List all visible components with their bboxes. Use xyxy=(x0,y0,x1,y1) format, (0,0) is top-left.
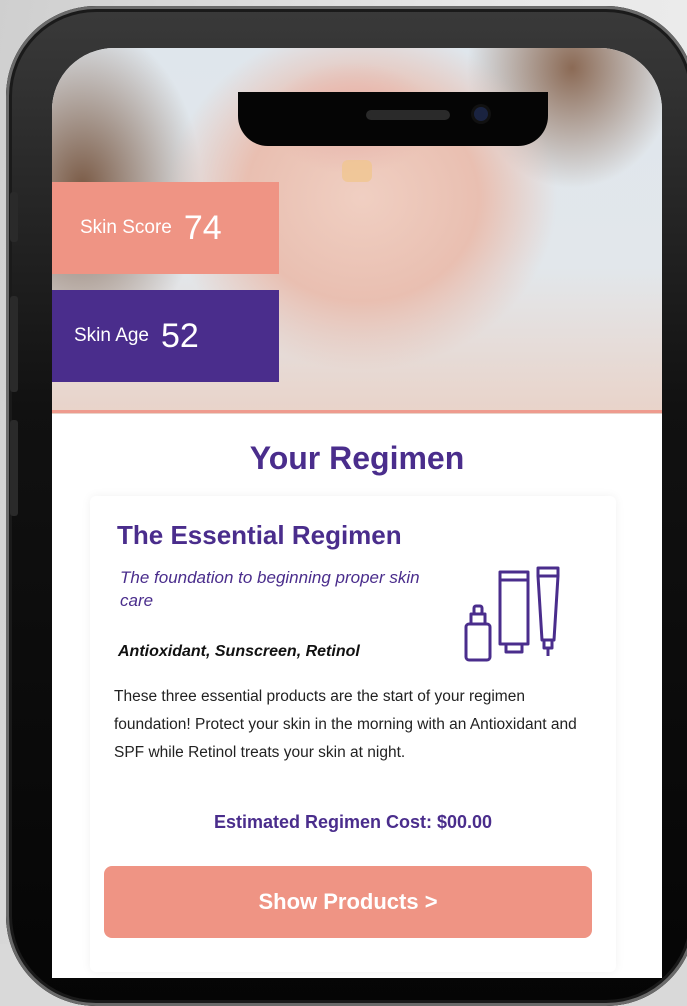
front-camera xyxy=(474,107,488,121)
skin-age-value: 52 xyxy=(161,316,199,355)
regimen-name: The Essential Regimen xyxy=(117,520,402,550)
skin-score-card: Skin Score 74 xyxy=(52,182,279,274)
mute-switch xyxy=(10,192,18,242)
regimen-ingredients: Antioxidant, Sunscreen, Retinol xyxy=(118,643,360,660)
show-products-button[interactable]: Show Products > xyxy=(104,866,592,938)
regimen-card: The Essential Regimen The foundation to … xyxy=(90,496,616,972)
phone-notch xyxy=(238,92,548,146)
section-title: Your Regimen xyxy=(249,440,465,476)
skin-score-label: Skin Score xyxy=(80,217,172,238)
phone-screen: Skin Score 74 Skin Age 52 Your Regimen T… xyxy=(52,48,662,978)
skin-age-label: Skin Age xyxy=(74,325,149,346)
hero-divider xyxy=(52,410,662,413)
regimen-tagline: The foundation to beginning proper skin … xyxy=(120,568,420,610)
speaker-grille xyxy=(366,110,450,120)
regimen-description: These three essential products are the s… xyxy=(114,688,577,761)
volume-down-button xyxy=(10,420,18,516)
analysis-marker xyxy=(342,160,372,182)
regimen-cost: Estimated Regimen Cost: $00.00 xyxy=(213,812,493,832)
skincare-products-icon xyxy=(464,566,560,662)
volume-up-button xyxy=(10,296,18,392)
skin-age-card: Skin Age 52 xyxy=(52,290,279,382)
skin-score-value: 74 xyxy=(183,208,222,247)
